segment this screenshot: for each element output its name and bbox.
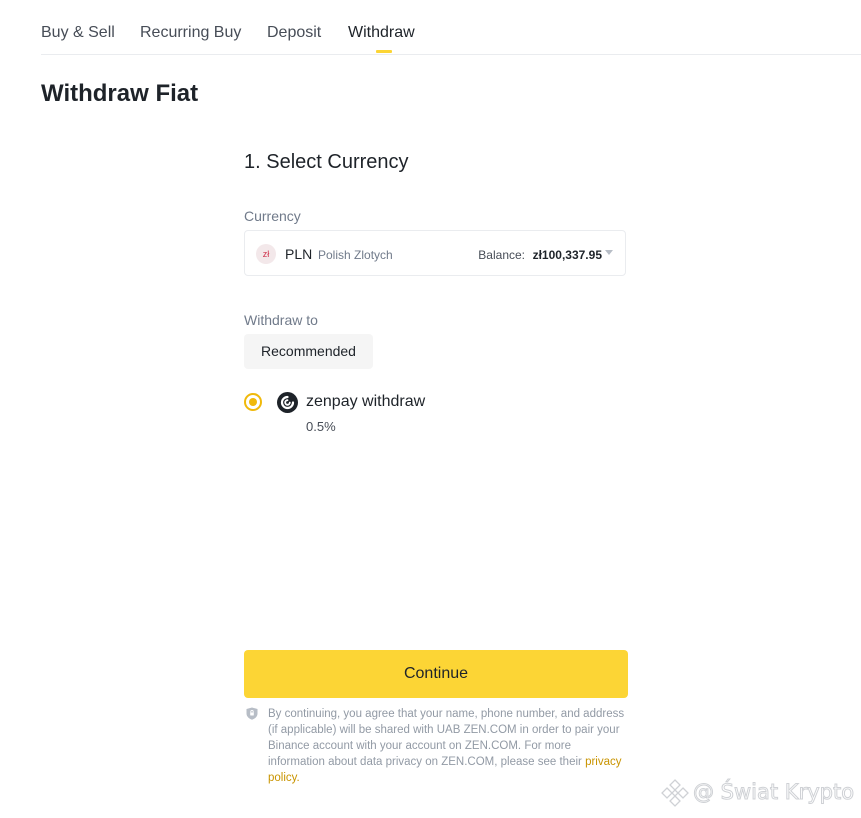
disclaimer-text: By continuing, you agree that your name,…: [268, 708, 625, 768]
balance-label: Balance:: [478, 248, 525, 262]
tab-recurring-buy[interactable]: Recurring Buy: [140, 24, 241, 42]
binance-logo-icon: [661, 779, 689, 807]
tab-buy-sell[interactable]: Buy & Sell: [41, 24, 115, 42]
currency-name: Polish Zlotych: [318, 248, 393, 262]
zenpay-icon: [277, 392, 298, 413]
pln-icon: zł: [256, 244, 276, 264]
watermark-text: @ Świat Krypto: [692, 780, 855, 805]
currency-select[interactable]: zł PLN Polish Zlotych Balance: zł100,337…: [244, 230, 626, 276]
watermark: @ Świat Krypto: [660, 776, 860, 810]
disclaimer: By continuing, you agree that your name,…: [268, 706, 630, 786]
caret-down-icon: [605, 250, 613, 255]
method-name[interactable]: zenpay withdraw: [306, 393, 425, 411]
balance-value: zł100,337.95: [532, 248, 602, 262]
withdraw-to-label: Withdraw to: [244, 312, 318, 328]
tab-withdraw[interactable]: Withdraw: [348, 24, 415, 42]
page-title: Withdraw Fiat: [41, 80, 199, 107]
continue-button[interactable]: Continue: [244, 650, 628, 698]
recommended-chip[interactable]: Recommended: [244, 334, 373, 369]
tab-bar: Buy & Sell Recurring Buy Deposit Withdra…: [41, 0, 861, 55]
radio-dot: [249, 398, 257, 406]
radio-selected-icon[interactable]: [244, 393, 262, 411]
currency-code: PLN: [285, 246, 313, 262]
step-title: 1. Select Currency: [244, 151, 409, 173]
tab-deposit[interactable]: Deposit: [267, 24, 321, 42]
currency-label: Currency: [244, 208, 301, 224]
active-tab-indicator: [376, 50, 392, 53]
shield-icon: [246, 707, 258, 720]
method-fee: 0.5%: [306, 419, 336, 434]
